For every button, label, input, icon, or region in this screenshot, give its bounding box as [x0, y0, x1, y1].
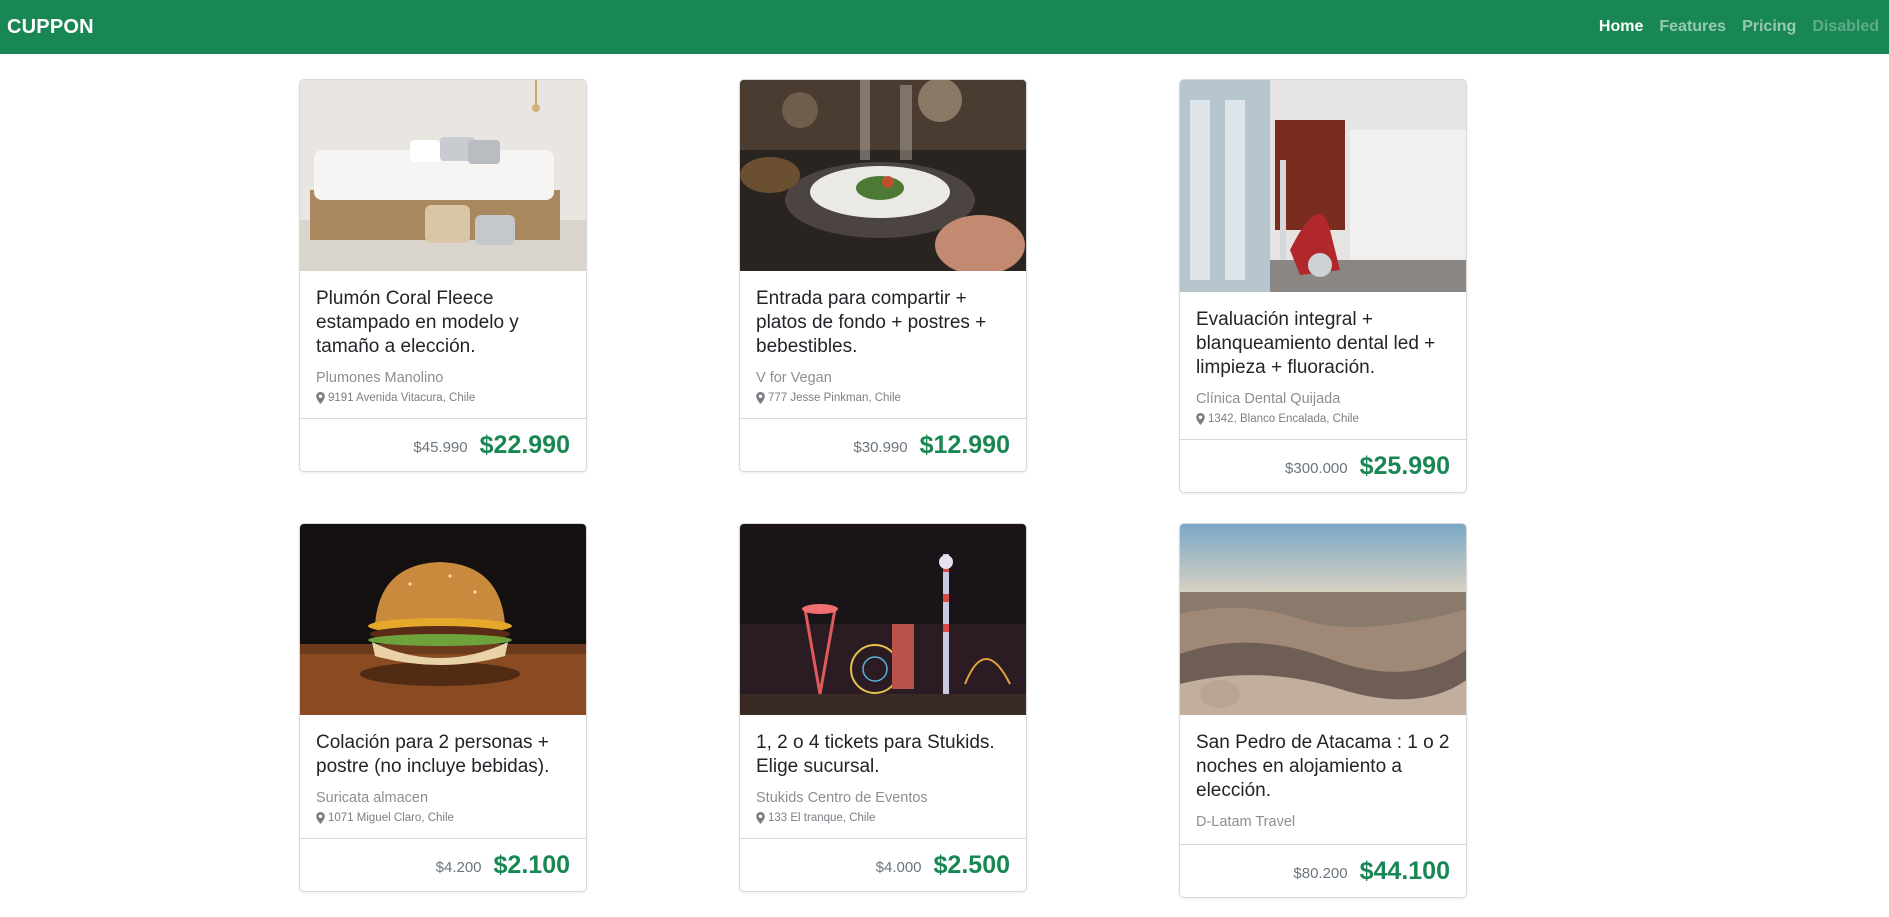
- old-price: $4.000: [875, 858, 922, 876]
- deal-title[interactable]: San Pedro de Atacama : 1 o 2 noches en a…: [1196, 731, 1450, 803]
- location-text: 9191 Avenida Vitacura, Chile: [328, 392, 476, 404]
- location-text: 777 Jesse Pinkman, Chile: [768, 392, 901, 404]
- bedroom-photo[interactable]: [300, 80, 586, 271]
- merchant-name: Stukids Centro de Eventos: [756, 790, 928, 806]
- deal-title[interactable]: 1, 2 o 4 tickets para Stukids. Elige suc…: [756, 731, 1010, 779]
- merchant-name: Plumones Manolino: [316, 370, 444, 386]
- card-body: Colación para 2 personas + postre (no in…: [300, 715, 586, 838]
- nav-links: Home Features Pricing Disabled: [1583, 18, 1879, 36]
- old-price: $300.000: [1285, 459, 1348, 477]
- brand-logo[interactable]: CUPPON: [7, 16, 94, 39]
- card-footer: $45.990 $22.990: [300, 418, 586, 471]
- map-marker-icon: [1196, 413, 1205, 425]
- location: 9191 Avenida Vitacura, Chile: [316, 392, 570, 404]
- nav-link-home[interactable]: Home: [1599, 18, 1643, 36]
- card-footer: $4.000 $2.500: [740, 838, 1026, 891]
- location: 133 El tranque, Chile: [756, 812, 1010, 824]
- location: 1342, Blanco Encalada, Chile: [1196, 413, 1450, 425]
- deal-title[interactable]: Colación para 2 personas + postre (no in…: [316, 731, 570, 779]
- map-marker-icon: [756, 392, 765, 404]
- merchant-name: V for Vegan: [756, 370, 832, 386]
- card-footer: $300.000 $25.990: [1180, 439, 1466, 492]
- map-marker-icon: [316, 392, 325, 404]
- top-navbar: CUPPON Home Features Pricing Disabled: [0, 0, 1889, 54]
- map-marker-icon: [316, 812, 325, 824]
- deal-card[interactable]: 1, 2 o 4 tickets para Stukids. Elige suc…: [739, 523, 1027, 892]
- deal-price: $12.990: [919, 430, 1010, 459]
- location-text: 1071 Miguel Claro, Chile: [328, 812, 454, 824]
- merchant-name: Suricata almacen: [316, 790, 429, 806]
- card-body: 1, 2 o 4 tickets para Stukids. Elige suc…: [740, 715, 1026, 838]
- merchant-name: Clínica Dental Quijada: [1196, 391, 1341, 407]
- old-price: $80.200: [1293, 864, 1348, 882]
- card-body: Evaluación integral + blanqueamiento den…: [1180, 292, 1466, 439]
- deal-title[interactable]: Plumón Coral Fleece estampado en modelo …: [316, 287, 570, 359]
- deal-price: $2.500: [933, 850, 1010, 879]
- merchant-name: D-Latam Travel: [1196, 814, 1296, 830]
- location-text: 133 El tranque, Chile: [768, 812, 876, 824]
- deal-price: $2.100: [493, 850, 570, 879]
- old-price: $4.200: [435, 858, 482, 876]
- card-body: Entrada para compartir + platos de fondo…: [740, 271, 1026, 418]
- nav-link-pricing[interactable]: Pricing: [1742, 18, 1796, 36]
- deal-card[interactable]: Colación para 2 personas + postre (no in…: [299, 523, 587, 892]
- map-marker-icon: [756, 812, 765, 824]
- nav-link-features[interactable]: Features: [1659, 18, 1726, 36]
- burger-photo[interactable]: [300, 524, 586, 715]
- old-price: $30.990: [853, 438, 908, 456]
- location: 777 Jesse Pinkman, Chile: [756, 392, 1010, 404]
- card-body: San Pedro de Atacama : 1 o 2 noches en a…: [1180, 715, 1466, 844]
- location-text: 1342, Blanco Encalada, Chile: [1208, 413, 1359, 425]
- card-footer: $30.990 $12.990: [740, 418, 1026, 471]
- card-body: Plumón Coral Fleece estampado en modelo …: [300, 271, 586, 418]
- deal-card[interactable]: Plumón Coral Fleece estampado en modelo …: [299, 79, 587, 472]
- deal-title[interactable]: Evaluación integral + blanqueamiento den…: [1196, 308, 1450, 380]
- nav-link-disabled: Disabled: [1812, 18, 1879, 35]
- deal-card[interactable]: San Pedro de Atacama : 1 o 2 noches en a…: [1179, 523, 1467, 898]
- card-footer: $80.200 $44.100: [1180, 844, 1466, 897]
- amusement-park-night-photo[interactable]: [740, 524, 1026, 715]
- old-price: $45.990: [413, 438, 468, 456]
- dental-clinic-photo[interactable]: [1180, 80, 1466, 292]
- deal-price: $25.990: [1359, 451, 1450, 480]
- deal-price: $44.100: [1359, 856, 1450, 885]
- location: 1071 Miguel Claro, Chile: [316, 812, 570, 824]
- atacama-desert-photo[interactable]: [1180, 524, 1466, 715]
- card-footer: $4.200 $2.100: [300, 838, 586, 891]
- restaurant-dinner-photo[interactable]: [740, 80, 1026, 271]
- deal-card[interactable]: Evaluación integral + blanqueamiento den…: [1179, 79, 1467, 493]
- deal-card[interactable]: Entrada para compartir + platos de fondo…: [739, 79, 1027, 472]
- deal-price: $22.990: [479, 430, 570, 459]
- deal-title[interactable]: Entrada para compartir + platos de fondo…: [756, 287, 1010, 359]
